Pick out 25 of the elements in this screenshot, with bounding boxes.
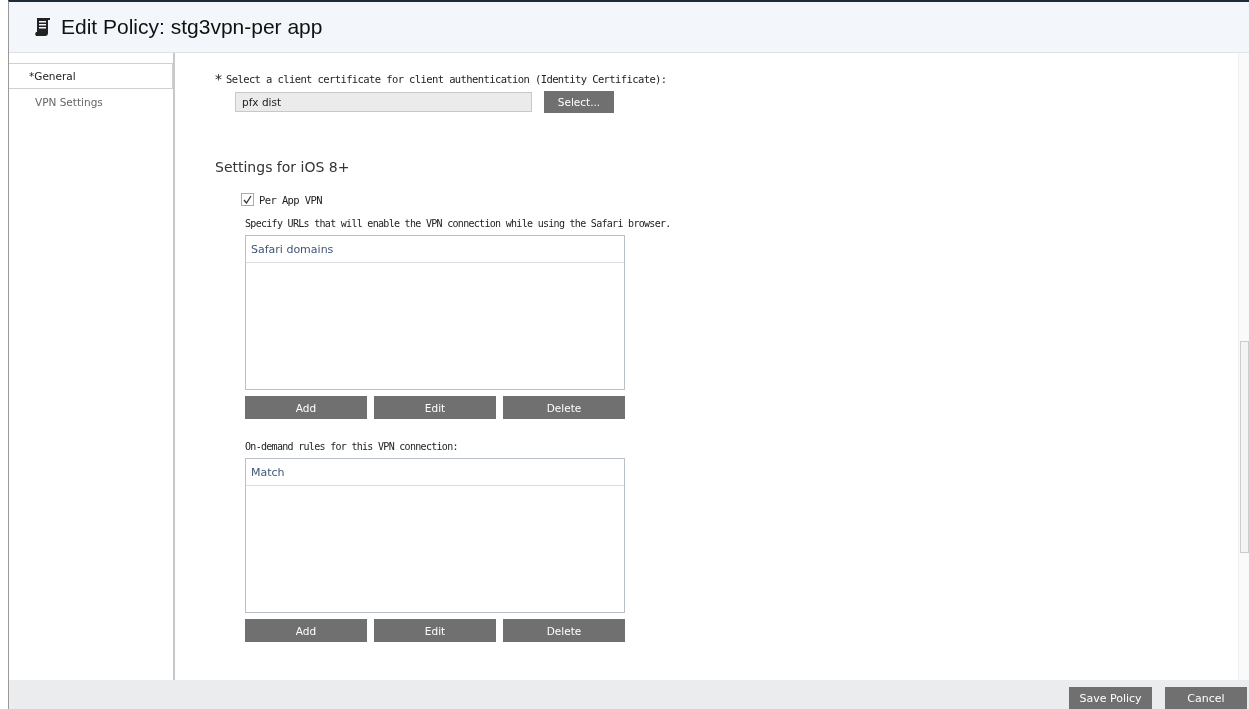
sidebar-item[interactable]: *General [9, 63, 173, 89]
certificate-field[interactable]: pfx dist [235, 92, 532, 112]
list-table[interactable]: Safari domains [245, 235, 625, 390]
edit-button[interactable]: Edit [374, 619, 496, 642]
list-table[interactable]: Match [245, 458, 625, 613]
checkbox-label: Per App VPN [259, 193, 322, 206]
add-button[interactable]: Add [245, 396, 367, 419]
add-button[interactable]: Add [245, 619, 367, 642]
list-description: Specify URLs that will enable the VPN connection while using the Safari browser. [245, 218, 672, 229]
edit-button[interactable]: Edit [374, 396, 496, 419]
required-mark: * [215, 73, 222, 85]
column-header[interactable]: Safari domains [246, 236, 624, 263]
field-label: Select a client certificate for client authentication (Identity Certificate): [226, 73, 667, 85]
list-description: On-demand rules for this VPN connection: [245, 441, 459, 452]
section-heading: Settings for iOS 8+ [215, 159, 351, 175]
sidebar-item[interactable]: VPN Settings [9, 89, 173, 115]
scroll-icon [33, 16, 53, 38]
window-title: Edit Policy: stg3vpn-per app [61, 15, 323, 39]
save-button[interactable]: Save Policy [1069, 687, 1152, 709]
select-button[interactable]: Select... [544, 91, 614, 113]
delete-button[interactable]: Delete [503, 396, 625, 419]
cancel-button[interactable]: Cancel [1165, 687, 1247, 709]
checkbox[interactable] [241, 193, 254, 206]
column-header[interactable]: Match [246, 459, 624, 486]
delete-button[interactable]: Delete [503, 619, 625, 642]
